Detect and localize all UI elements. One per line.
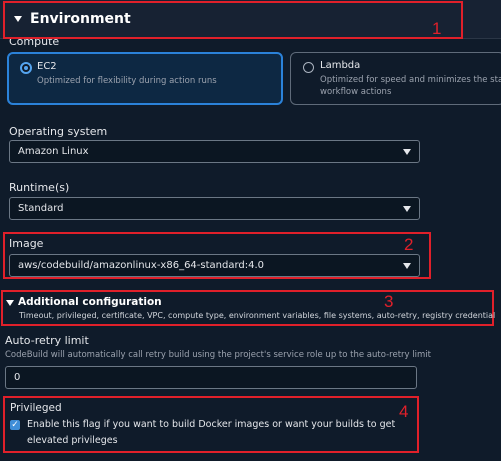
chevron-down-icon (403, 263, 411, 269)
auto-retry-value: 0 (14, 372, 21, 383)
annotation-number-4: 4 (399, 402, 409, 421)
image-label: Image (9, 237, 44, 250)
ec2-title: EC2 (37, 61, 57, 72)
image-select[interactable]: aws/codebuild/amazonlinux-x86_64-standar… (9, 254, 420, 277)
image-value: aws/codebuild/amazonlinux-x86_64-standar… (18, 260, 265, 271)
privileged-checkbox[interactable] (10, 420, 20, 430)
additional-config-title: Additional configuration (18, 296, 162, 308)
runtime-select[interactable]: Standard (9, 197, 420, 220)
expand-triangle-icon (6, 300, 14, 306)
compute-option-lambda[interactable]: Lambda Optimized for speed and minimizes… (290, 52, 501, 105)
runtime-label: Runtime(s) (9, 181, 70, 194)
compute-option-ec2[interactable]: EC2 Optimized for flexibility during act… (7, 52, 283, 105)
privileged-label: Privileged (10, 402, 62, 414)
additional-config-toggle[interactable]: Additional configuration Timeout, privil… (6, 296, 495, 324)
lambda-description: Optimized for speed and minimizes the st… (320, 75, 501, 85)
runtime-value: Standard (18, 203, 64, 214)
auto-retry-input[interactable]: 0 (5, 366, 417, 389)
chevron-down-icon (403, 149, 411, 155)
ec2-radio[interactable] (20, 62, 32, 74)
ec2-description: Optimized for flexibility during action … (37, 76, 217, 86)
annotation-number-2: 2 (404, 235, 414, 254)
chevron-down-icon (403, 206, 411, 212)
annotation-box-1 (3, 1, 463, 39)
auto-retry-description: CodeBuild will automatically call retry … (5, 350, 431, 360)
os-select[interactable]: Amazon Linux (9, 140, 420, 163)
privileged-checkbox-label-line2: elevated privileges (27, 435, 118, 446)
lambda-title: Lambda (320, 60, 361, 71)
privileged-checkbox-label: Enable this flag if you want to build Do… (27, 419, 396, 430)
os-label: Operating system (9, 125, 108, 138)
auto-retry-label: Auto-retry limit (5, 334, 89, 347)
lambda-radio[interactable] (303, 62, 314, 73)
lambda-description-line2: workflow actions (320, 87, 392, 97)
os-value: Amazon Linux (18, 146, 89, 157)
annotation-number-1: 1 (432, 19, 442, 38)
additional-config-description: Timeout, privileged, certificate, VPC, c… (19, 311, 496, 320)
